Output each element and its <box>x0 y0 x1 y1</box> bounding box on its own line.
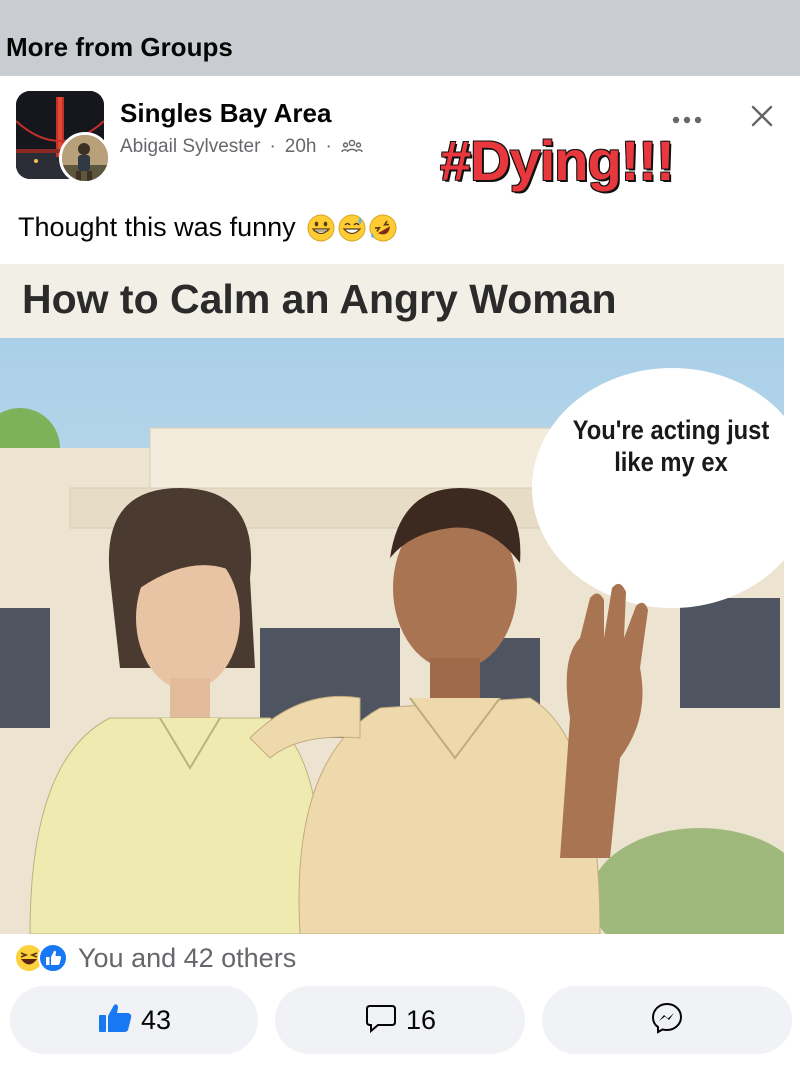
meta-separator: · <box>325 136 332 157</box>
post-time[interactable]: 20h <box>285 136 317 158</box>
caption-text: Thought this was funny <box>18 212 296 242</box>
section-header: More from Groups <box>0 0 800 76</box>
grinning-face-emoji <box>307 214 335 242</box>
meme-title: How to Calm an Angry Woman <box>22 276 617 322</box>
group-members-icon <box>341 139 363 155</box>
section-title: More from Groups <box>6 32 233 62</box>
meta-separator: · <box>269 136 276 157</box>
overlay-sticker-text: #Dying!!! <box>440 129 675 192</box>
user-avatar[interactable] <box>59 132 111 184</box>
more-options-icon[interactable] <box>668 106 708 130</box>
post-caption: Thought this was funny <box>18 212 397 243</box>
reactions-count-text: You and 42 others <box>78 942 297 973</box>
comment-count: 16 <box>405 1004 437 1035</box>
comment-icon <box>364 1001 398 1040</box>
comment-button[interactable]: 16 <box>275 986 525 1054</box>
post-card: Singles Bay Area Abigail Sylvester · 20h… <box>0 76 800 1074</box>
messenger-icon <box>650 1001 684 1040</box>
like-count: 43 <box>140 1004 172 1035</box>
like-button[interactable]: 43 <box>10 986 258 1054</box>
sweat-smile-emoji <box>338 214 366 242</box>
messenger-share-button[interactable] <box>542 986 792 1054</box>
like-reaction-icon <box>38 943 68 973</box>
speech-bubble-text: You're acting just like my ex <box>572 415 770 478</box>
reactions-summary[interactable]: You and 42 others <box>14 942 296 974</box>
post-meta: Abigail Sylvester · 20h · <box>120 136 363 158</box>
author-name[interactable]: Abigail Sylvester <box>120 136 260 158</box>
thumbs-up-icon <box>97 1002 133 1039</box>
meme-image[interactable]: How to Calm an Angry Woman You're acting… <box>0 264 784 934</box>
rofl-emoji <box>369 214 397 242</box>
close-icon[interactable] <box>746 100 778 132</box>
group-name[interactable]: Singles Bay Area <box>120 98 331 129</box>
